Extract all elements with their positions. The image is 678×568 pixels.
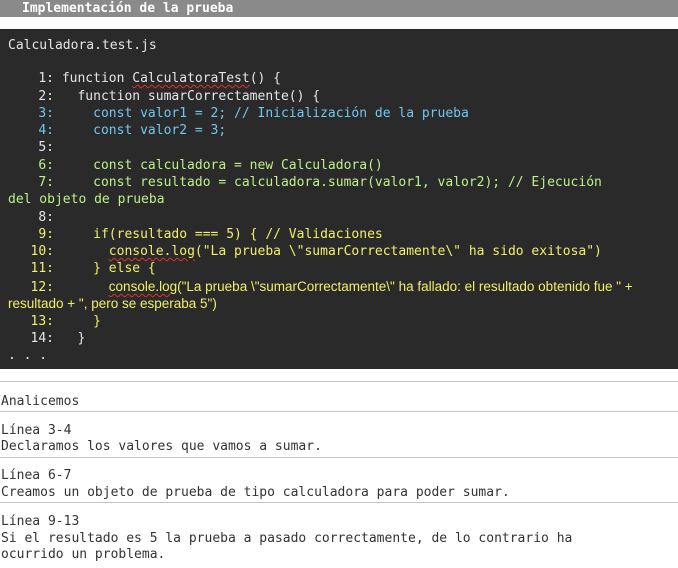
- function-name: CalculatoraTest: [132, 71, 250, 86]
- code-line: 11: } else {: [8, 260, 156, 277]
- section-title-bar: Implementación de la prueba: [0, 0, 678, 17]
- code-line: 3: const valor1 = 2; // Inicialización d…: [8, 105, 469, 122]
- code-text: function: [61, 71, 133, 86]
- code-ellipsis: . . .: [8, 348, 48, 363]
- line-number: 8:: [38, 210, 54, 225]
- code-block: Calculadora.test.js 1: function Calculat…: [0, 29, 678, 369]
- code-line: 13: }: [8, 313, 101, 330]
- line-number: 11:: [30, 261, 54, 276]
- code-text: ("La prueba \"sumarCorrectamente\" ha fa…: [177, 279, 633, 294]
- code-line: 12: console.log("La prueba \"sumarCorrec…: [8, 278, 633, 296]
- analysis-item-text: Si el resultado es 5 la prueba a pasado …: [1, 531, 573, 546]
- code-text: () {: [249, 71, 281, 86]
- line-number: 12:: [30, 280, 54, 295]
- analysis-item-label: Línea 9-13: [1, 514, 80, 529]
- code-text: }: [61, 314, 101, 329]
- code-text: } else {: [61, 261, 156, 276]
- console-log-call: console.log: [108, 279, 178, 294]
- code-line: 2: function sumarCorrectamente() {: [8, 88, 320, 105]
- code-line: 5:: [8, 139, 62, 156]
- analysis-heading: Analicemos: [1, 394, 80, 409]
- line-number: 1:: [38, 71, 54, 86]
- code-line: 14: }: [8, 330, 86, 347]
- divider: [0, 502, 678, 503]
- line-number: 14:: [30, 331, 54, 346]
- line-number: 9:: [38, 227, 54, 242]
- code-text: const valor2 = 3;: [61, 123, 227, 138]
- line-number: 13:: [30, 314, 54, 329]
- code-line-continuation: del objeto de prueba: [8, 192, 165, 207]
- line-number: 4:: [38, 123, 54, 138]
- code-text: const valor1 = 2; // Inicialización de l…: [61, 106, 469, 121]
- line-number: 10:: [30, 244, 54, 259]
- line-number: 7:: [38, 175, 54, 190]
- code-text: const calculadora = new Calculadora(): [61, 158, 383, 173]
- line-number: 5:: [38, 140, 54, 155]
- code-line: 9: if(resultado === 5) { // Validaciones: [8, 226, 383, 243]
- code-line: 10: console.log("La prueba \"sumarCorrec…: [8, 243, 602, 260]
- code-line: 4: const valor2 = 3;: [8, 122, 226, 139]
- code-text: }: [61, 331, 86, 346]
- line-number: 6:: [38, 158, 54, 173]
- analysis-item-text: Creamos un objeto de prueba de tipo calc…: [1, 485, 510, 500]
- analysis-item-label: Línea 3-4: [1, 423, 72, 438]
- code-text: function sumarCorrectamente() {: [61, 89, 321, 104]
- line-number: 3:: [38, 106, 54, 121]
- divider: [0, 457, 678, 458]
- console-log-call: console.log: [108, 244, 195, 259]
- code-line: 6: const calculadora = new Calculadora(): [8, 157, 383, 174]
- analysis-item-text: ocurrido un problema.: [1, 547, 166, 562]
- section-title: Implementación de la prueba: [22, 1, 234, 16]
- divider: [0, 381, 678, 382]
- code-line: 1: function CalculatoraTest() {: [8, 70, 281, 87]
- code-filename: Calculadora.test.js: [8, 38, 157, 53]
- code-text: if(resultado === 5) { // Validaciones: [61, 227, 383, 242]
- line-number: 2:: [38, 89, 54, 104]
- code-text: ("La prueba \"sumarCorrectamente\" ha si…: [194, 244, 602, 259]
- divider: [0, 411, 678, 412]
- analysis-item-text: Declaramos los valores que vamos a sumar…: [1, 439, 322, 454]
- code-text: const resultado = calculadora.sumar(valo…: [61, 175, 602, 190]
- analysis-item-label: Línea 6-7: [1, 468, 72, 483]
- code-line: 7: const resultado = calculadora.sumar(v…: [8, 174, 602, 191]
- code-line-continuation: resultado + ", pero se esperaba 5"): [8, 296, 217, 311]
- code-line: 8:: [8, 209, 62, 226]
